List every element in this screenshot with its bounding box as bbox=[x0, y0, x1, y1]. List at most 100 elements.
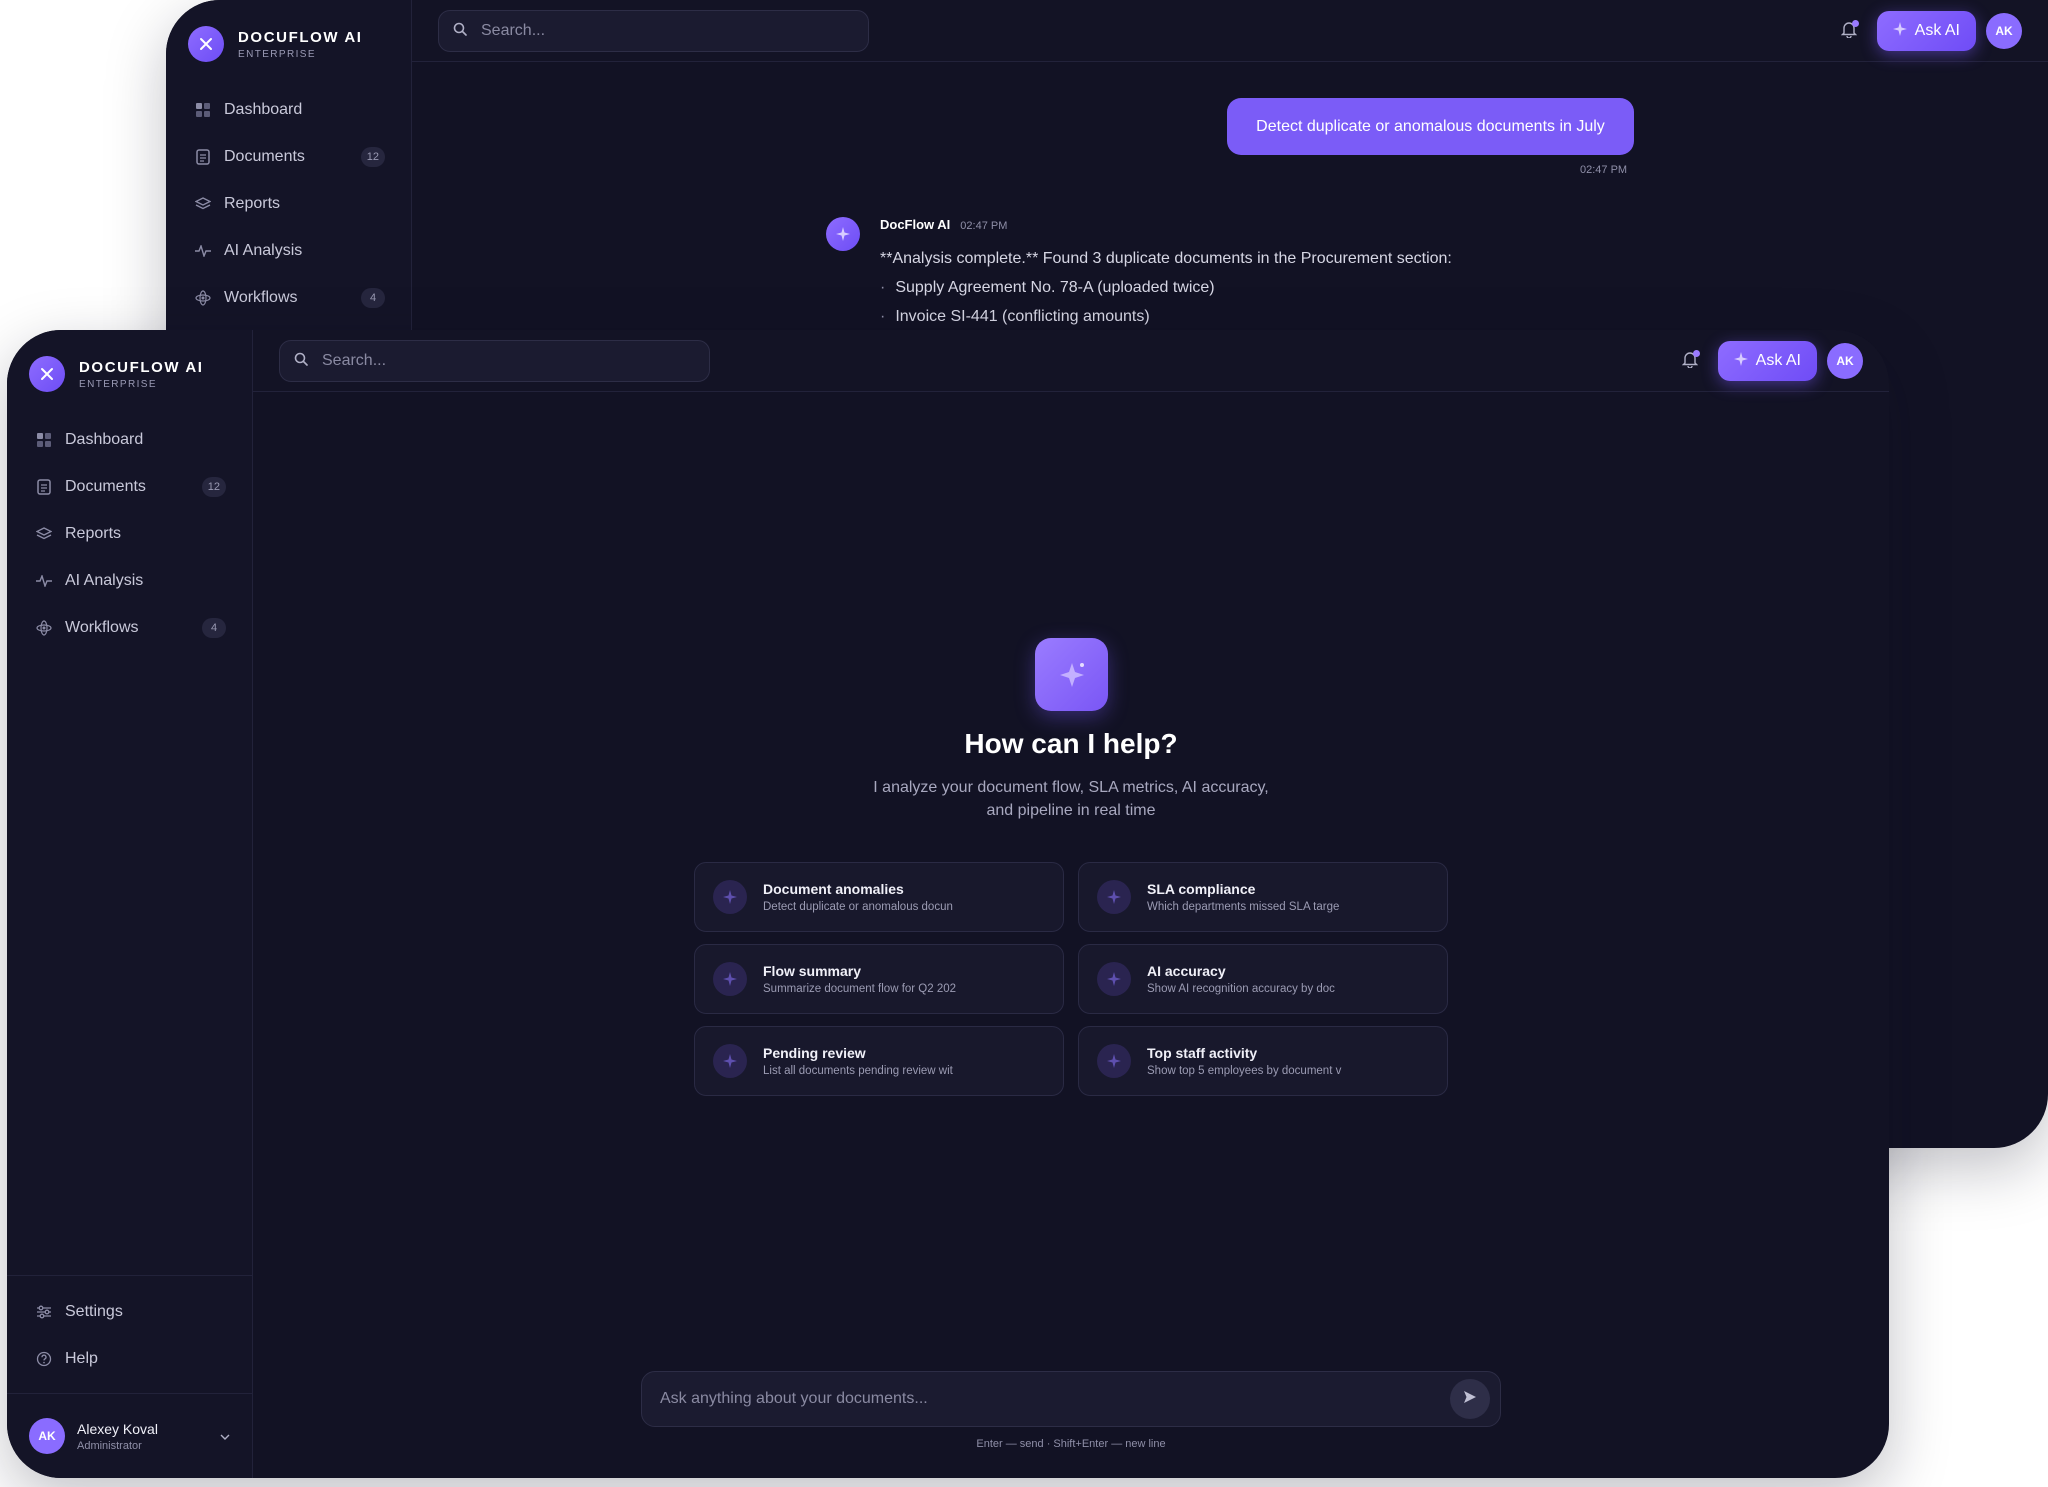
document-icon bbox=[35, 478, 53, 496]
search-box[interactable] bbox=[438, 10, 869, 52]
document-icon bbox=[194, 148, 212, 166]
sidebar-item-label: Dashboard bbox=[224, 100, 303, 118]
hero-subtitle-line: I analyze your document flow, SLA metric… bbox=[873, 779, 1269, 796]
sidebar-item-label: Workflows bbox=[224, 288, 298, 306]
sparkle-icon bbox=[713, 962, 747, 996]
suggestion-card[interactable]: Pending review List all documents pending… bbox=[694, 1026, 1064, 1096]
sidebar-item-settings[interactable]: Settings bbox=[21, 1288, 238, 1335]
suggestion-desc: List all documents pending review wit bbox=[763, 1065, 953, 1077]
sidebar-footer-nav: Settings Help bbox=[7, 1275, 252, 1382]
sparkle-icon bbox=[713, 880, 747, 914]
suggestion-card[interactable]: AI accuracy Show AI recognition accuracy … bbox=[1078, 944, 1448, 1014]
chevron-down-icon[interactable] bbox=[220, 1427, 230, 1445]
sidebar-item-label: Documents bbox=[224, 147, 305, 165]
send-button[interactable] bbox=[1450, 1379, 1490, 1419]
star-sparkle-icon bbox=[1059, 662, 1084, 687]
assistant-icon bbox=[1035, 638, 1108, 711]
grid-icon bbox=[194, 101, 212, 119]
grid-icon bbox=[35, 431, 53, 449]
sidebar-item-workflows[interactable]: Workflows 4 bbox=[180, 274, 397, 321]
pulse-icon bbox=[194, 242, 212, 260]
avatar[interactable]: AK bbox=[1827, 343, 1863, 379]
count-badge: 12 bbox=[201, 476, 226, 497]
suggestion-desc: Show AI recognition accuracy by doc bbox=[1147, 983, 1335, 995]
sidebar-item-documents[interactable]: Documents 12 bbox=[180, 133, 397, 180]
ask-ai-button[interactable]: Ask AI bbox=[1876, 11, 1976, 51]
suggestion-desc: Show top 5 employees by document v bbox=[1147, 1065, 1342, 1077]
suggestion-title: Top staff activity bbox=[1147, 1045, 1258, 1061]
hero-subtitle-line: and pipeline in real time bbox=[986, 802, 1156, 819]
search-icon bbox=[453, 22, 467, 41]
user-name: Alexey Koval bbox=[77, 1420, 158, 1437]
suggestion-card[interactable]: SLA compliance Which departments missed S… bbox=[1078, 862, 1448, 932]
search-icon bbox=[294, 352, 308, 371]
sidebar-item-reports[interactable]: Reports bbox=[180, 180, 397, 227]
bot-message-time: 02:47 PM bbox=[960, 220, 1008, 232]
sidebar-item-dashboard[interactable]: Dashboard bbox=[21, 416, 238, 463]
sidebar-item-ai-analysis[interactable]: AI Analysis bbox=[180, 227, 397, 274]
chat-input[interactable] bbox=[660, 1390, 1450, 1408]
count-badge: 4 bbox=[202, 617, 226, 638]
count-badge: 4 bbox=[361, 287, 385, 308]
sparkle-icon bbox=[1097, 880, 1131, 914]
brand-name: DOCUFLOW AI bbox=[238, 28, 363, 46]
suggestion-desc: Summarize document flow for Q2 202 bbox=[763, 983, 957, 995]
notifications-button[interactable] bbox=[1678, 349, 1702, 373]
sidebar-item-label: Help bbox=[65, 1349, 98, 1367]
user-message: Detect duplicate or anomalous documents … bbox=[1227, 98, 1634, 155]
pulse-icon bbox=[35, 572, 53, 590]
suggestion-card[interactable]: Top staff activity Show top 5 employees b… bbox=[1078, 1026, 1448, 1096]
ask-ai-button[interactable]: Ask AI bbox=[1717, 341, 1817, 381]
search-box[interactable] bbox=[279, 340, 710, 382]
nav: Dashboard Documents 12 Reports AI Analys… bbox=[180, 86, 397, 321]
user-message-time: 02:47 PM bbox=[1580, 164, 1628, 176]
topbar: Ask AI AK bbox=[253, 330, 1889, 392]
bot-bullet: Invoice SI-441 (conflicting amounts) bbox=[880, 302, 1452, 331]
suggestion-title: AI accuracy bbox=[1147, 963, 1226, 979]
suggestion-desc: Which departments missed SLA targe bbox=[1147, 901, 1340, 913]
sidebar-item-dashboard[interactable]: Dashboard bbox=[180, 86, 397, 133]
sparkle-icon bbox=[1892, 21, 1907, 41]
chat-composer bbox=[641, 1371, 1501, 1427]
sidebar-item-label: AI Analysis bbox=[224, 241, 303, 259]
brand: DOCUFLOW AI ENTERPRISE bbox=[188, 26, 363, 62]
sidebar-item-label: Reports bbox=[224, 194, 281, 212]
notifications-button[interactable] bbox=[1837, 19, 1861, 43]
sidebar-item-label: Dashboard bbox=[65, 430, 144, 448]
bot-message: **Analysis complete.** Found 3 duplicate… bbox=[880, 244, 1452, 331]
suggestion-title: Flow summary bbox=[763, 963, 862, 979]
layers-icon bbox=[35, 525, 53, 543]
hero-title: How can I help? bbox=[964, 728, 1178, 759]
user-profile[interactable]: AK Alexey Koval Administrator bbox=[7, 1393, 252, 1478]
sidebar-item-documents[interactable]: Documents 12 bbox=[21, 463, 238, 510]
logo-icon bbox=[188, 26, 224, 62]
sidebar-item-help[interactable]: Help bbox=[21, 1335, 238, 1382]
nav: Dashboard Documents 12 Reports AI Analys… bbox=[21, 416, 238, 651]
suggestion-card[interactable]: Document anomalies Detect duplicate or an… bbox=[694, 862, 1064, 932]
count-badge: 12 bbox=[360, 146, 385, 167]
sidebar-item-label: Reports bbox=[65, 524, 122, 542]
search-input[interactable] bbox=[322, 352, 682, 370]
avatar[interactable]: AK bbox=[1986, 13, 2022, 49]
ask-ai-label: Ask AI bbox=[1755, 352, 1801, 369]
suggestion-title: SLA compliance bbox=[1147, 881, 1256, 897]
atom-icon bbox=[35, 619, 53, 637]
bot-bullet: Supply Agreement No. 78-A (uploaded twic… bbox=[880, 273, 1452, 302]
sidebar-item-label: Workflows bbox=[65, 618, 139, 636]
sidebar-item-label: Settings bbox=[65, 1302, 123, 1320]
sidebar-item-workflows[interactable]: Workflows 4 bbox=[21, 604, 238, 651]
sidebar-item-ai-analysis[interactable]: AI Analysis bbox=[21, 557, 238, 604]
send-icon bbox=[1463, 1390, 1477, 1409]
app-window-front: DOCUFLOW AI ENTERPRISE Dashboard Documen… bbox=[7, 330, 1889, 1478]
sparkle-icon bbox=[836, 227, 850, 241]
sidebar: DOCUFLOW AI ENTERPRISE Dashboard Documen… bbox=[7, 330, 253, 1478]
bot-name: DocFlow AI bbox=[880, 217, 951, 232]
atom-icon bbox=[194, 289, 212, 307]
bullet-text: Invoice SI-441 (conflicting amounts) bbox=[895, 308, 1150, 325]
sidebar-item-reports[interactable]: Reports bbox=[21, 510, 238, 557]
topbar: Ask AI AK bbox=[412, 0, 2048, 62]
suggestion-card[interactable]: Flow summary Summarize document flow for … bbox=[694, 944, 1064, 1014]
brand: DOCUFLOW AI ENTERPRISE bbox=[29, 356, 204, 392]
suggestion-title: Pending review bbox=[763, 1045, 866, 1061]
search-input[interactable] bbox=[481, 22, 841, 40]
